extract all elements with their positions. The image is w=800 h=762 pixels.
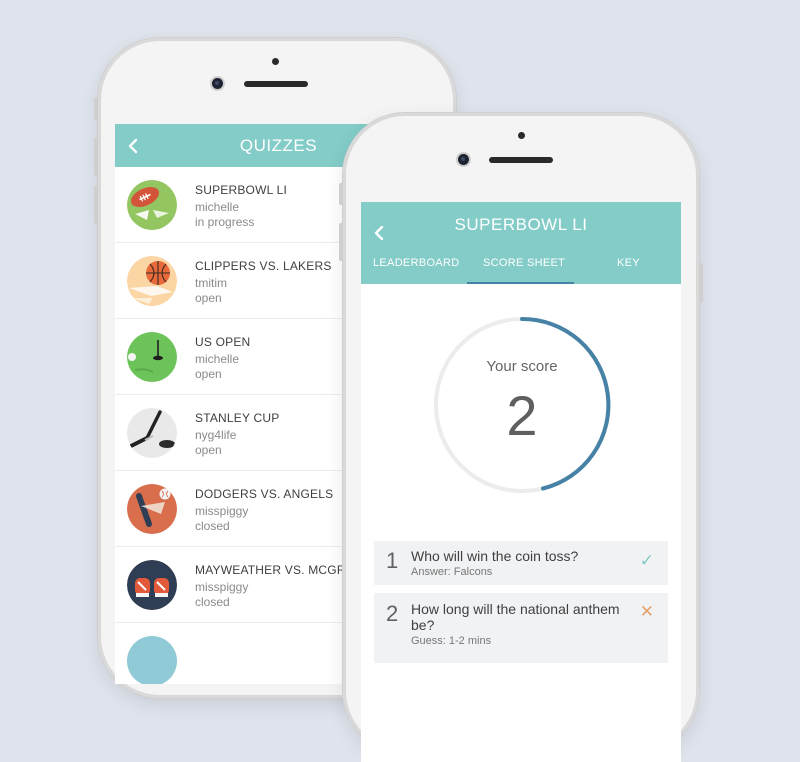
question-number: 2 [386, 601, 399, 626]
score-dial: Your score 2 [432, 315, 612, 495]
proximity-sensor [272, 58, 279, 65]
quiz-name: US OPEN [195, 335, 251, 349]
football-icon [127, 180, 177, 230]
quiz-user: tmitim [195, 276, 227, 290]
mute-switch [94, 98, 98, 120]
quiz-status: open [195, 367, 222, 381]
earpiece-speaker [244, 81, 308, 87]
score-value: 2 [506, 384, 538, 447]
scoresheet-header: SUPERBOWL LI LEADERBOARD SCORE SHEET KEY [361, 202, 681, 284]
front-camera [458, 154, 469, 165]
check-icon: ✓ [639, 551, 654, 570]
basketball-icon [127, 256, 177, 306]
baseball-icon [127, 484, 177, 534]
active-tab-indicator [467, 282, 574, 284]
quiz-name: STANLEY CUP [195, 411, 280, 425]
quiz-name: CLIPPERS VS. LAKERS [195, 259, 332, 273]
quiz-user: michelle [195, 352, 240, 366]
hockey-icon [127, 408, 177, 458]
volume-down-button [94, 186, 98, 224]
volume-up-button [94, 138, 98, 176]
proximity-sensor [518, 132, 525, 139]
quiz-thumbnail-icon [127, 636, 177, 684]
front-camera [212, 78, 223, 89]
quiz-user: misspiggy [195, 580, 249, 594]
boxing-icon [127, 560, 177, 610]
question-answer: Answer: Falcons [411, 566, 493, 578]
tab-score-sheet[interactable]: SCORE SHEET [483, 257, 565, 269]
quiz-status: closed [195, 595, 230, 609]
question-number: 1 [386, 548, 399, 573]
mockup-canvas: { "quizzes_screen": { "title": "QUIZZES"… [0, 0, 800, 762]
quiz-status: open [195, 291, 222, 305]
tab-leaderboard[interactable]: LEADERBOARD [373, 257, 459, 269]
volume-up-button [339, 223, 343, 261]
page-title: SUPERBOWL LI [454, 215, 588, 234]
score-label: Your score [486, 358, 558, 375]
question-text: How long will the national anthem be? [411, 601, 620, 633]
question-card[interactable]: 2 How long will the national anthem be? … [374, 593, 668, 663]
right-phone: SUPERBOWL LI LEADERBOARD SCORE SHEET KEY… [339, 113, 703, 762]
power-button [699, 263, 703, 303]
quiz-status: in progress [195, 215, 255, 229]
quiz-status: open [195, 443, 222, 457]
tab-key[interactable]: KEY [617, 257, 640, 269]
question-card[interactable]: 1 Who will win the coin toss? Answer: Fa… [374, 541, 668, 585]
question-text: Who will win the coin toss? [411, 548, 579, 564]
earpiece-speaker [489, 157, 553, 163]
quiz-user: michelle [195, 200, 240, 214]
question-guess: Guess: 1-2 mins [411, 635, 492, 647]
quiz-status: closed [195, 519, 230, 533]
quiz-name: DODGERS VS. ANGELS [195, 487, 334, 501]
x-icon: ✕ [639, 602, 654, 621]
quiz-name: SUPERBOWL LI [195, 183, 287, 197]
quiz-user: misspiggy [195, 504, 249, 518]
scoresheet-screen: SUPERBOWL LI LEADERBOARD SCORE SHEET KEY… [361, 202, 681, 762]
mute-switch [339, 183, 343, 205]
quiz-user: nyg4life [195, 428, 237, 442]
golf-icon [127, 332, 177, 382]
